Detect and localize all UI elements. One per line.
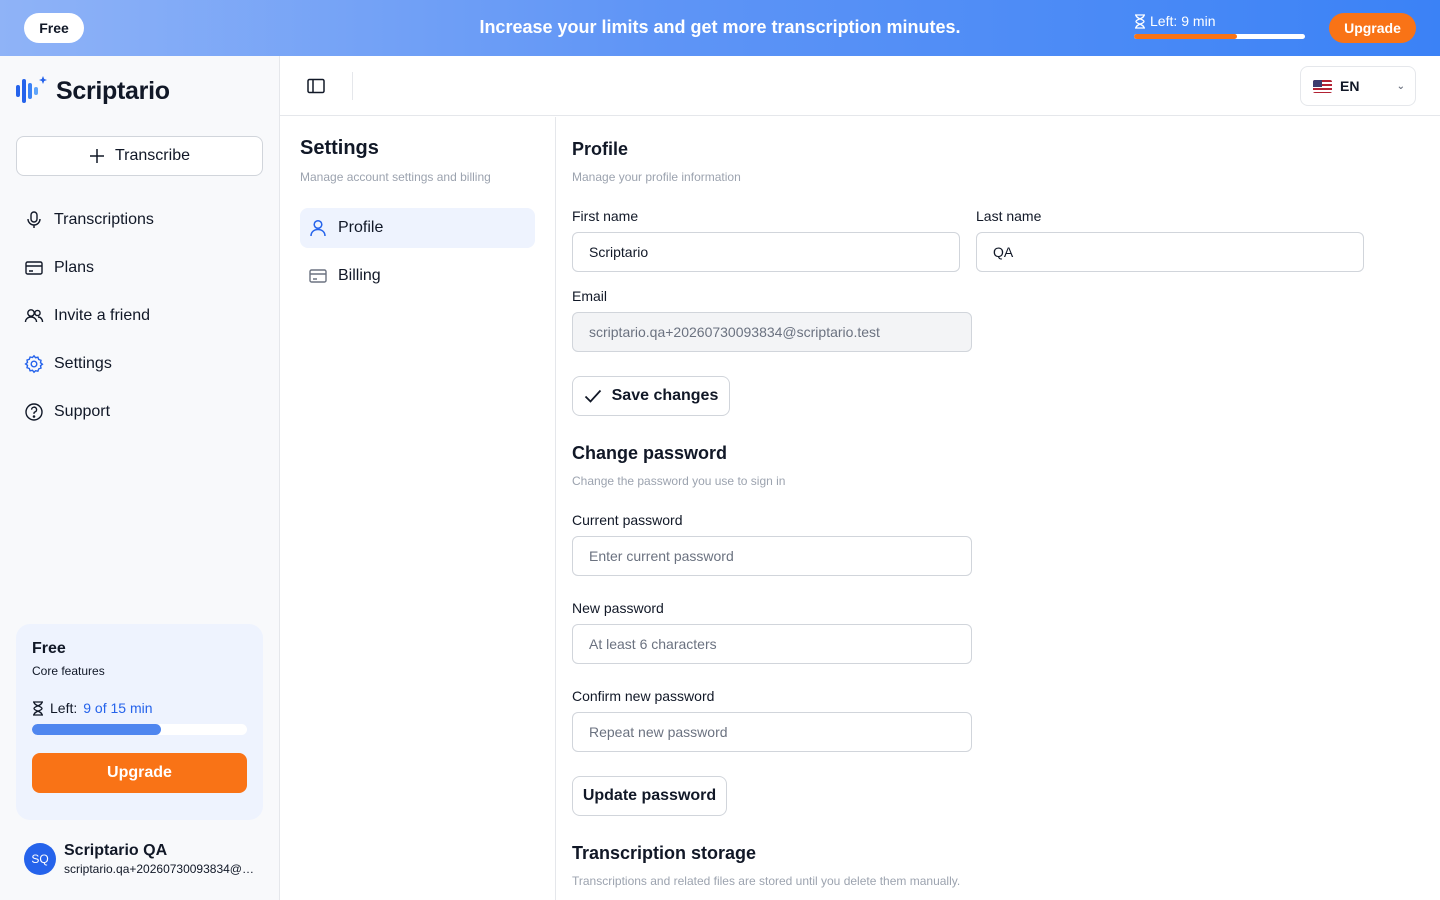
email-label: Email [572,288,608,304]
new-password-input[interactable] [572,624,972,664]
transcribe-button[interactable]: Transcribe [16,136,263,176]
card-icon [309,269,327,283]
banner-progress-bar [1134,34,1305,39]
plus-icon [90,149,104,163]
settings-title: Settings [300,137,379,159]
sidebar-toggle-button[interactable] [304,74,328,98]
users-icon [24,309,44,323]
hourglass-icon [1135,13,1145,29]
first-name-label: First name [572,208,639,224]
sidebar-panel-icon [307,78,325,94]
settings-item-profile[interactable]: Profile [300,208,535,248]
top-bar: EN ⌄ [280,56,1440,116]
current-password-label: Current password [572,512,683,528]
sidebar-item-transcriptions[interactable]: Transcriptions [16,196,263,244]
gear-icon [24,354,44,374]
hourglass-icon [33,700,43,716]
update-password-button[interactable]: Update password [572,776,727,816]
storage-description: Transcriptions and related files are sto… [572,874,961,888]
sidebar-item-label: Plans [54,259,95,276]
sidebar-item-label: Support [54,403,111,420]
language-select[interactable]: EN ⌄ [1300,66,1416,106]
settings-item-billing[interactable]: Billing [300,256,535,296]
chevron-down-icon: ⌄ [1396,81,1405,92]
card-icon [25,261,43,275]
settings-item-label: Billing [338,267,381,284]
logo-waveform-icon [16,76,47,103]
last-name-input[interactable] [976,232,1364,272]
banner-left-value: 9 min [1181,13,1216,29]
us-flag-icon [1313,79,1332,93]
plan-minutes-left: Left: 9 of 15 min [32,700,247,716]
plan-progress-bar [32,724,247,735]
logo-text: Scriptario [56,76,170,105]
upgrade-banner: Free Increase your limits and get more t… [0,0,1440,56]
first-name-input[interactable] [572,232,960,272]
sidebar-item-settings[interactable]: Settings [16,340,263,388]
user-profile[interactable]: SQ Scriptario QA scriptario.qa+202607300… [24,842,256,876]
plan-name: Free [32,640,66,657]
last-name-label: Last name [976,208,1042,224]
change-password-description: Change the password you use to sign in [572,474,786,488]
banner-progress-fill [1134,34,1237,39]
current-password-input[interactable] [572,536,972,576]
settings-description: Manage account settings and billing [300,170,491,184]
logo[interactable]: Scriptario [16,76,170,106]
user-icon [310,219,326,237]
language-value: EN [1340,78,1360,94]
divider [352,72,353,100]
profile-title: Profile [572,139,629,159]
banner-left-label: Left: [1150,13,1178,29]
banner-minutes-left: Left: 9 min [1134,13,1305,39]
sidebar-item-label: Invite a friend [54,307,151,324]
sidebar-item-label: Transcriptions [54,211,154,228]
check-icon [584,389,601,403]
plan-card: Free Core features Left: 9 of 15 min Upg… [16,624,263,820]
user-email: scriptario.qa+20260730093834@scriptario.… [64,862,256,876]
confirm-password-input[interactable] [572,712,972,752]
plan-left-label: Left: [50,700,78,716]
confirm-password-label: Confirm new password [572,688,715,704]
transcribe-label: Transcribe [115,147,190,164]
sidebar-item-invite[interactable]: Invite a friend [16,292,263,340]
sidebar-item-support[interactable]: Support [16,388,263,436]
settings-menu: Settings Manage account settings and bil… [280,117,556,900]
plan-description: Core features [32,664,105,678]
sidebar-item-label: Settings [54,355,112,372]
banner-upgrade-button[interactable]: Upgrade [1329,13,1416,43]
microphone-icon [27,211,41,228]
plan-left-value: 9 of 15 min [83,700,153,716]
avatar: SQ [24,843,56,875]
sidebar-nav: Transcriptions Plans Invite a friend Set… [16,196,263,436]
help-icon [25,403,43,421]
change-password-title: Change password [572,443,728,463]
user-name: Scriptario QA [64,842,168,859]
sidebar: Scriptario Transcribe Transcriptions Pla… [0,56,280,900]
save-changes-label: Save changes [611,387,719,404]
email-field [572,312,972,352]
new-password-label: New password [572,600,664,616]
profile-description: Manage your profile information [572,170,741,184]
settings-item-label: Profile [338,219,384,236]
plan-progress-fill [32,724,161,735]
plan-upgrade-button[interactable]: Upgrade [32,753,247,793]
storage-title: Transcription storage [572,843,757,863]
sidebar-item-plans[interactable]: Plans [16,244,263,292]
save-changes-button[interactable]: Save changes [572,376,730,416]
